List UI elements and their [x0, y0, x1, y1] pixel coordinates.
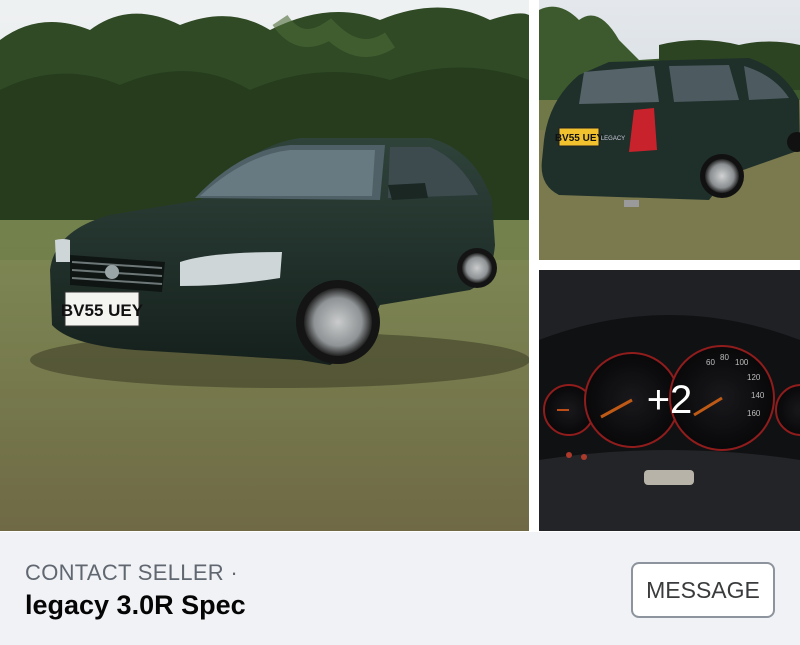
- more-photos-count: +2: [539, 270, 800, 531]
- svg-text:BV55 UEY: BV55 UEY: [61, 301, 144, 320]
- main-photo[interactable]: BV55 UEY: [0, 0, 529, 531]
- listing-title[interactable]: legacy 3.0R Spec: [25, 590, 246, 621]
- rear-photo[interactable]: BV55 UEY LEGACY: [539, 0, 800, 260]
- svg-text:LEGACY: LEGACY: [601, 136, 625, 142]
- listing-footer: CONTACT SELLER · legacy 3.0R Spec MESSAG…: [0, 532, 800, 645]
- dashboard-photo[interactable]: 60 80 100 120 140 160 +2: [539, 270, 800, 531]
- photo-gallery: BV55 UEY BV55 UEY LEGACY 60 80 100 120 1…: [0, 0, 800, 532]
- contact-seller-label[interactable]: CONTACT SELLER ·: [25, 560, 238, 586]
- message-button[interactable]: MESSAGE: [631, 562, 775, 618]
- car-rear-image: BV55 UEY LEGACY: [539, 0, 800, 260]
- svg-text:BV55 UEY: BV55 UEY: [555, 133, 604, 144]
- car-front-image: BV55 UEY: [0, 0, 529, 531]
